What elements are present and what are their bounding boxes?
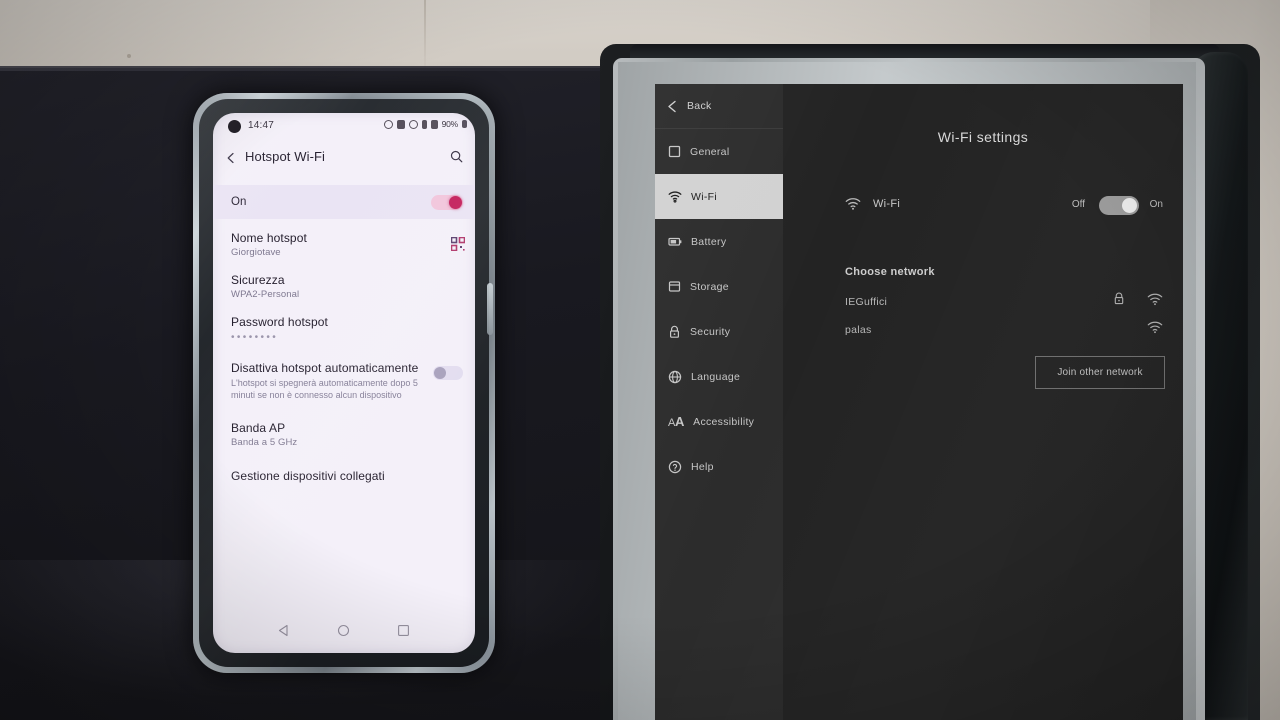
phone-screen: 14:47 90% Hotspot Wi-Fi On Nome hotspot … bbox=[213, 113, 475, 653]
sidebar-item-accessibility[interactable]: AA Accessibility bbox=[655, 399, 783, 444]
list-item-subtitle: Banda a 5 GHz bbox=[231, 437, 298, 448]
sidebar-item-accessibility-label: Accessibility bbox=[693, 415, 755, 428]
wifi-toggle-knob bbox=[1122, 198, 1137, 213]
wifi-signal-icon bbox=[1147, 293, 1163, 311]
lock-icon bbox=[669, 325, 680, 338]
phone-page-title: Hotspot Wi-Fi bbox=[245, 149, 326, 164]
list-item-title: Disattiva hotspot automaticamente bbox=[231, 361, 419, 375]
wifi-signal-icon bbox=[1147, 321, 1163, 339]
text-size-icon: AA bbox=[668, 414, 685, 429]
status-bar-battery-percent: 90% bbox=[441, 119, 459, 129]
sidebar-item-general-label: General bbox=[690, 145, 730, 158]
signal-icon bbox=[430, 119, 438, 129]
network-row-ieguffici[interactable]: IEGuffici bbox=[845, 292, 1163, 318]
hotspot-toggle-knob bbox=[449, 196, 462, 209]
sidebar-item-battery-label: Battery bbox=[691, 235, 727, 248]
alarm-icon bbox=[383, 119, 393, 129]
network-name: IEGuffici bbox=[845, 296, 888, 308]
list-item-password-dots: •••••••• bbox=[231, 332, 279, 343]
hotspot-toggle-label: On bbox=[231, 196, 247, 208]
wifi-icon bbox=[845, 198, 861, 210]
back-arrow-icon[interactable] bbox=[225, 151, 237, 164]
wifi-on-label: On bbox=[1149, 199, 1163, 210]
wifi-icon bbox=[668, 191, 682, 203]
join-other-network-label: Join other network bbox=[1057, 367, 1143, 378]
status-bar-icons: 90% bbox=[383, 119, 467, 129]
nav-back-icon[interactable] bbox=[278, 624, 291, 637]
choose-network-heading: Choose network bbox=[845, 266, 935, 278]
list-item-password[interactable]: Password hotspot •••••••• bbox=[231, 315, 461, 343]
battery-icon bbox=[668, 237, 682, 246]
wifi-off-label: Off bbox=[1071, 199, 1085, 210]
network-name: palas bbox=[845, 324, 872, 336]
list-item-subtitle: Giorgiotave bbox=[231, 247, 281, 258]
list-item-connected-devices[interactable]: Gestione dispositivi collegati bbox=[231, 469, 461, 483]
network-row-palas[interactable]: palas bbox=[845, 320, 1163, 346]
globe-icon bbox=[668, 370, 682, 383]
battery-icon bbox=[462, 120, 467, 128]
wall-seam bbox=[424, 0, 426, 72]
list-item-hotspot-name[interactable]: Nome hotspot Giorgiotave bbox=[231, 231, 461, 258]
search-icon[interactable] bbox=[450, 150, 463, 163]
sidebar-item-storage[interactable]: Storage bbox=[655, 264, 783, 309]
phone-camera-punch-hole bbox=[228, 120, 241, 133]
hotspot-toggle-switch[interactable] bbox=[431, 195, 463, 210]
phone-navigation-bar bbox=[213, 615, 475, 645]
wifi-master-row: Wi-Fi Off On bbox=[845, 194, 1163, 218]
sidebar-item-language[interactable]: Language bbox=[655, 354, 783, 399]
vibrate-icon bbox=[421, 119, 427, 129]
list-item-description: L'hotspot si spegnerà automaticamente do… bbox=[231, 378, 418, 400]
sidebar-item-security[interactable]: Security bbox=[655, 309, 783, 354]
sidebar-item-help[interactable]: Help bbox=[655, 444, 783, 489]
phone-side-button[interactable] bbox=[487, 283, 493, 335]
photo-scene: Back General Wi-Fi Battery Storage Secur… bbox=[0, 0, 1280, 720]
list-item-title: Nome hotspot bbox=[231, 231, 307, 245]
sidebar-item-wifi-label: Wi-Fi bbox=[691, 190, 717, 203]
sidebar-item-security-label: Security bbox=[690, 325, 731, 338]
sidebar-item-help-label: Help bbox=[691, 460, 714, 473]
list-item-ap-band[interactable]: Banda AP Banda a 5 GHz bbox=[231, 421, 461, 448]
list-item-subtitle: WPA2-Personal bbox=[231, 289, 300, 300]
list-item-title: Banda AP bbox=[231, 421, 286, 435]
list-item-title: Password hotspot bbox=[231, 315, 328, 329]
sidebar-item-storage-label: Storage bbox=[690, 280, 729, 293]
qr-code-icon[interactable] bbox=[450, 236, 466, 252]
question-mark-icon bbox=[668, 460, 682, 473]
nav-home-icon[interactable] bbox=[337, 624, 350, 637]
nfc-icon bbox=[396, 119, 405, 129]
list-item-auto-disable[interactable]: Disattiva hotspot automaticamente L'hots… bbox=[231, 361, 429, 401]
tablet-sidebar: Back General Wi-Fi Battery Storage Secur… bbox=[655, 84, 783, 720]
sidebar-item-battery[interactable]: Battery bbox=[655, 219, 783, 264]
tablet-content-panel bbox=[783, 84, 1183, 720]
wifi-master-label: Wi-Fi bbox=[873, 198, 901, 210]
list-item-title: Sicurezza bbox=[231, 273, 285, 287]
sidebar-item-language-label: Language bbox=[691, 370, 741, 383]
back-chevron-icon bbox=[668, 100, 676, 112]
sidebar-item-wifi[interactable]: Wi-Fi bbox=[655, 174, 783, 219]
join-other-network-button[interactable]: Join other network bbox=[1035, 356, 1165, 389]
auto-disable-toggle-switch[interactable] bbox=[433, 366, 463, 380]
lock-icon bbox=[1113, 292, 1125, 311]
sidebar-back-label: Back bbox=[687, 100, 712, 112]
wall-mark bbox=[127, 54, 131, 58]
dark-surface-edge bbox=[0, 66, 700, 71]
wifi-toggle-switch[interactable] bbox=[1099, 196, 1139, 215]
sidebar-back-button[interactable]: Back bbox=[655, 84, 783, 129]
storage-icon bbox=[668, 281, 681, 292]
list-item-security[interactable]: Sicurezza WPA2-Personal bbox=[231, 273, 461, 300]
status-bar-time: 14:47 bbox=[248, 120, 275, 131]
auto-disable-toggle-knob bbox=[434, 367, 446, 379]
tablet-screen: Back General Wi-Fi Battery Storage Secur… bbox=[655, 84, 1183, 720]
square-icon bbox=[668, 145, 681, 158]
nav-recents-icon[interactable] bbox=[397, 624, 410, 637]
dnd-icon bbox=[408, 119, 418, 129]
sidebar-item-general[interactable]: General bbox=[655, 129, 783, 174]
wifi-settings-title: Wi-Fi settings bbox=[937, 129, 1029, 145]
list-item-title: Gestione dispositivi collegati bbox=[231, 469, 385, 483]
